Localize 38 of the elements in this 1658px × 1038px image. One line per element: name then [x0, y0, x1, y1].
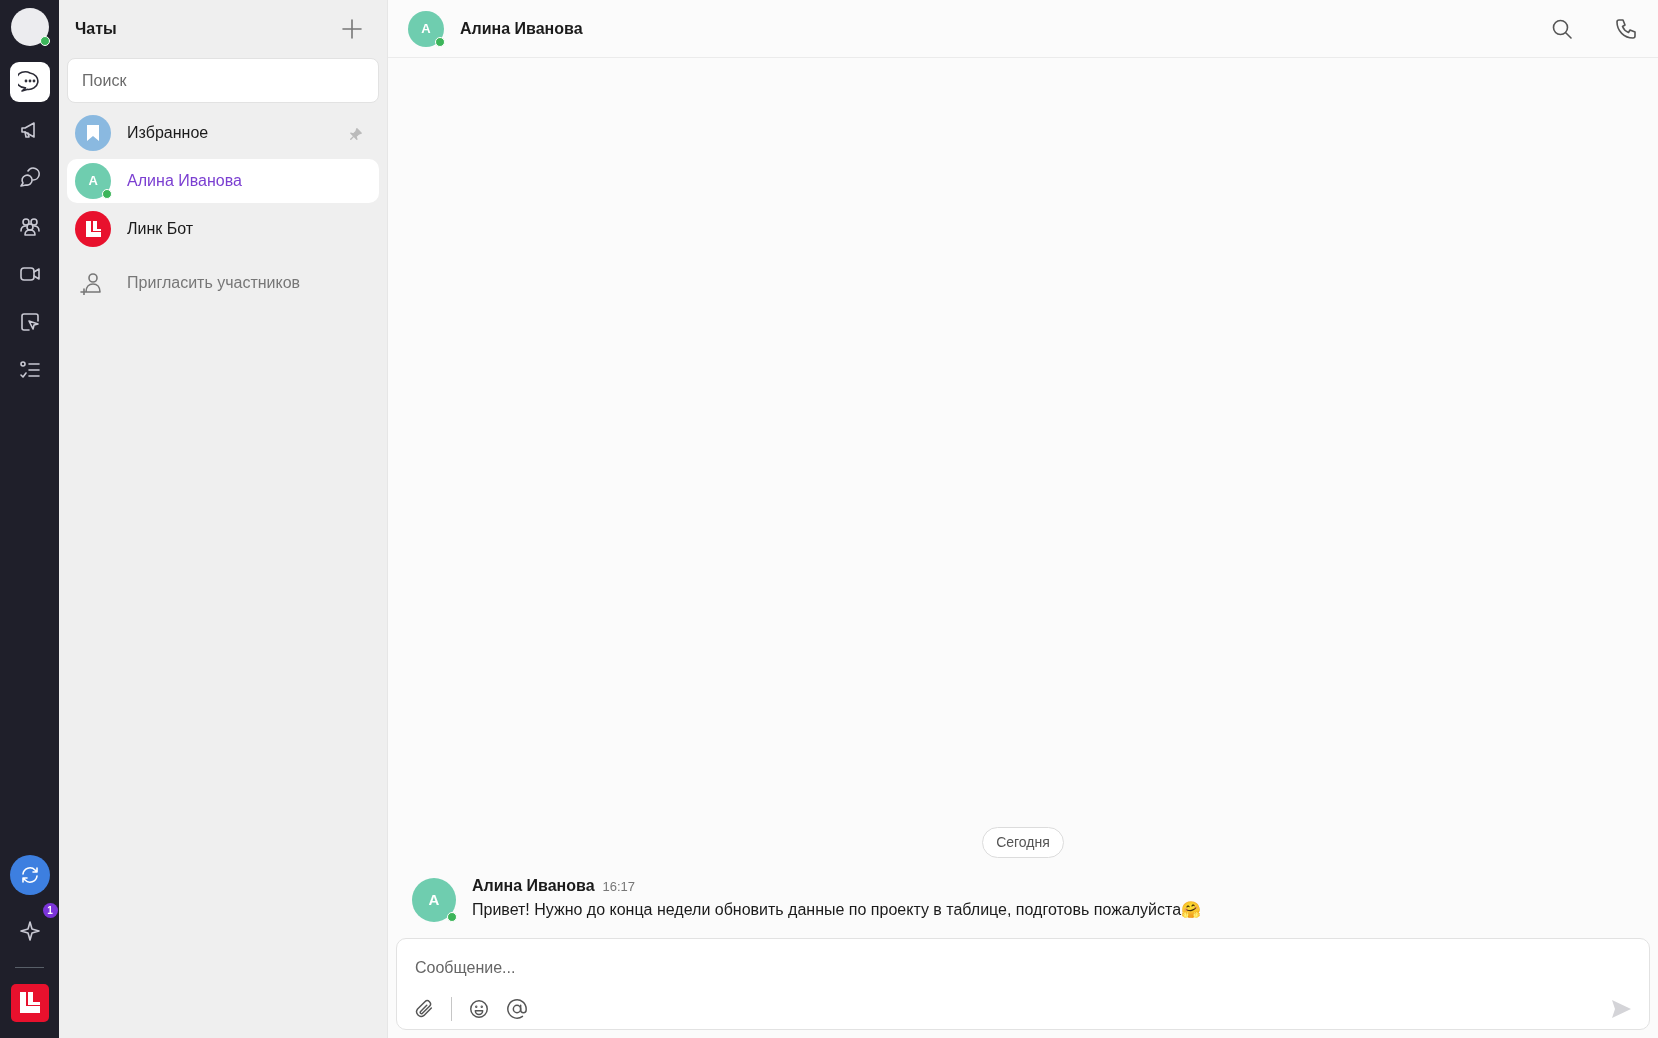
phone-icon: [1614, 16, 1638, 41]
message-time: 16:17: [602, 878, 636, 896]
date-separator: Сегодня: [982, 827, 1064, 858]
chat-list-item[interactable]: Избранное: [67, 111, 379, 155]
smiley-icon: [468, 998, 490, 1020]
chat-list-item[interactable]: А Алина Иванова: [67, 159, 379, 203]
attach-button[interactable]: [413, 998, 435, 1020]
sparkle-icon: [17, 919, 42, 943]
message-text: Привет! Нужно до конца недели обновить данные по проекту в таблице, подготовь пожалуйста🤗: [472, 900, 1202, 920]
chat-bubble-icon: [17, 70, 42, 94]
unread-count-badge: 1: [42, 903, 58, 918]
message-author: Алина Иванова: [472, 876, 595, 896]
send-icon: [1609, 997, 1633, 1021]
message-input[interactable]: Сообщение...: [413, 955, 1633, 981]
paperclip-icon: [413, 998, 435, 1020]
emoji-button[interactable]: [468, 998, 490, 1020]
at-sign-icon: [506, 998, 528, 1020]
favorites-avatar: [75, 115, 112, 151]
avatar: А: [408, 10, 444, 47]
sync-button[interactable]: [9, 855, 50, 895]
app-logo-icon: [10, 984, 49, 1022]
panel-title: Чаты: [75, 19, 117, 39]
search-field[interactable]: Поиск: [67, 58, 379, 103]
speech-bubbles-icon: [17, 166, 42, 190]
contact-name: Алина Иванова: [460, 18, 584, 39]
bot-avatar: [75, 211, 112, 247]
chat-bubble-nav-button[interactable]: [9, 62, 50, 102]
avatar: А: [75, 163, 112, 199]
avatar: А: [412, 878, 456, 922]
plus-icon: [341, 18, 363, 40]
new-chat-button[interactable]: [341, 18, 363, 40]
invite-members-button[interactable]: Пригласить участников: [67, 271, 379, 295]
message-composer[interactable]: Сообщение...: [396, 938, 1650, 1030]
profile-avatar[interactable]: [10, 8, 49, 46]
mention-button[interactable]: [506, 998, 528, 1020]
app-logo[interactable]: [10, 984, 49, 1022]
call-button[interactable]: [1614, 16, 1638, 41]
chat-list-item[interactable]: Линк Бот: [67, 207, 379, 251]
